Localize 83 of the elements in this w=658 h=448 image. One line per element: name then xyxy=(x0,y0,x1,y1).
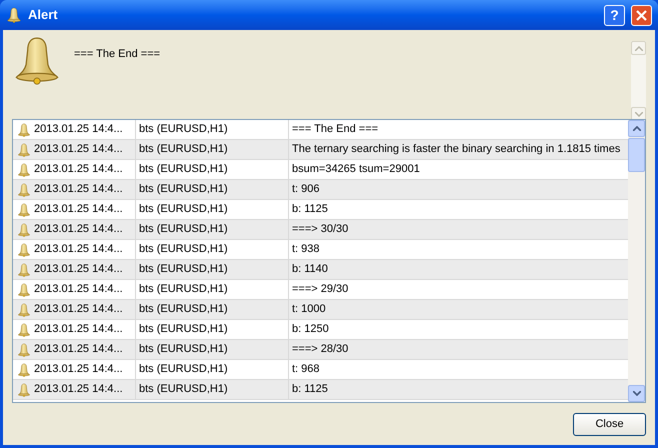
close-icon[interactable] xyxy=(631,4,652,26)
list-row[interactable]: 2013.01.25 14:4... bts (EURUSD,H1) b: 1140 xyxy=(13,260,628,280)
table-cell-text: 2013.01.25 14:4... xyxy=(34,362,123,378)
table-cell-text: 2013.01.25 14:4... xyxy=(34,382,123,398)
bell-icon xyxy=(17,182,31,196)
list-row[interactable]: 2013.01.25 14:4... bts (EURUSD,H1) bsum=34265 tsum=29001 xyxy=(13,160,628,180)
table-cell: bts (EURUSD,H1) xyxy=(136,340,289,359)
table-cell: bts (EURUSD,H1) xyxy=(136,380,289,399)
bell-icon xyxy=(17,222,31,236)
table-cell-text: 2013.01.25 14:4... xyxy=(34,262,123,278)
table-cell-text: ===> 28/30 xyxy=(291,342,350,358)
table-cell: bts (EURUSD,H1) xyxy=(136,300,289,319)
list-row[interactable]: 2013.01.25 14:4... bts (EURUSD,H1) t: 938 xyxy=(13,240,628,260)
table-cell-text: bsum=34265 tsum=29001 xyxy=(291,162,421,178)
bell-icon xyxy=(17,322,31,336)
table-cell: bts (EURUSD,H1) xyxy=(136,120,289,139)
table-cell-text: 2013.01.25 14:4... xyxy=(34,182,123,198)
bell-icon xyxy=(17,202,31,216)
table-cell-text: === The End === xyxy=(291,122,380,138)
table-cell-text: t: 968 xyxy=(291,362,321,378)
scroll-up-icon[interactable] xyxy=(634,46,642,50)
list-row[interactable]: 2013.01.25 14:4... bts (EURUSD,H1) ===> 30/30 xyxy=(13,220,628,240)
table-cell: bts (EURUSD,H1) xyxy=(136,160,289,179)
list-row[interactable]: 2013.01.25 14:4... bts (EURUSD,H1) t: 906 xyxy=(13,180,628,200)
list-row[interactable]: 2013.01.25 14:4... bts (EURUSD,H1) b: 1125 xyxy=(13,380,628,400)
table-cell-text: 2013.01.25 14:4... xyxy=(34,282,123,298)
list-row[interactable]: 2013.01.25 14:4... bts (EURUSD,H1) ===> 29/30 xyxy=(13,280,628,300)
table-cell-text: 2013.01.25 14:4... xyxy=(34,322,123,338)
close-button[interactable]: Close xyxy=(573,413,646,436)
table-cell-text: 2013.01.25 14:4... xyxy=(34,302,123,318)
table-cell-text: 2013.01.25 14:4... xyxy=(34,342,123,358)
table-cell-text: 2013.01.25 14:4... xyxy=(34,142,123,158)
table-cell-text: b: 1125 xyxy=(291,202,329,218)
scroll-down-icon[interactable] xyxy=(634,112,642,116)
scrollbar[interactable] xyxy=(628,120,645,402)
table-cell-text: ===> 30/30 xyxy=(291,222,350,238)
bell-icon xyxy=(17,122,31,136)
list-row[interactable]: 2013.01.25 14:4... bts (EURUSD,H1) === The End === xyxy=(13,120,628,140)
table-cell-text: 2013.01.25 14:4... xyxy=(34,202,123,218)
list-row[interactable]: 2013.01.25 14:4... bts (EURUSD,H1) t: 1000 xyxy=(13,300,628,320)
table-cell-text: 2013.01.25 14:4... xyxy=(34,222,123,238)
list-row[interactable]: 2013.01.25 14:4... bts (EURUSD,H1) ===> 28/30 xyxy=(13,340,628,360)
scrollbar[interactable] xyxy=(631,41,646,121)
bell-icon xyxy=(17,162,31,176)
table-cell-text: 2013.01.25 14:4... xyxy=(34,242,123,258)
table-cell-text: b: 1250 xyxy=(291,322,330,338)
help-button[interactable]: ? xyxy=(604,4,625,26)
bell-icon xyxy=(17,382,31,396)
list-row[interactable]: 2013.01.25 14:4... bts (EURUSD,H1) t: 968 xyxy=(13,360,628,380)
bell-icon xyxy=(17,282,31,296)
list-row[interactable]: 2013.01.25 14:4... bts (EURUSD,H1) The ternary searching is faster the binary searching in 1.1815 times xyxy=(13,140,628,160)
table-cell-text: The ternary searching is faster the binary searching in 1.1815 times xyxy=(291,142,622,158)
bell-icon xyxy=(6,7,22,23)
bell-icon xyxy=(17,342,31,356)
table-cell-text: 2013.01.25 14:4... xyxy=(34,122,123,138)
bell-icon xyxy=(17,362,31,376)
table-cell-text: ===> 29/30 xyxy=(291,282,350,298)
table-cell: bts (EURUSD,H1) xyxy=(136,320,289,339)
table-cell-text: 2013.01.25 14:4... xyxy=(34,162,123,178)
bell-icon xyxy=(17,302,31,316)
table-cell-text: b: 1125 xyxy=(291,382,329,398)
list-row[interactable]: 2013.01.25 14:4... bts (EURUSD,H1) b: 1125 xyxy=(13,200,628,220)
table-cell: bts (EURUSD,H1) xyxy=(136,360,289,379)
table-cell: bts (EURUSD,H1) xyxy=(136,260,289,279)
table-cell-text: t: 1000 xyxy=(291,302,327,318)
window-title: Alert xyxy=(28,6,59,24)
scroll-up-icon[interactable] xyxy=(632,126,640,131)
list-row[interactable]: 2013.01.25 14:4... bts (EURUSD,H1) b: 1250 xyxy=(13,320,628,340)
table-cell-text: t: 938 xyxy=(291,242,321,258)
table-cell: bts (EURUSD,H1) xyxy=(136,280,289,299)
table-cell: bts (EURUSD,H1) xyxy=(136,220,289,239)
table-cell: bts (EURUSD,H1) xyxy=(136,240,289,259)
table-cell: bts (EURUSD,H1) xyxy=(136,200,289,219)
table-cell-text: b: 1140 xyxy=(291,262,329,278)
bell-icon xyxy=(17,242,31,256)
bell-icon xyxy=(17,262,31,276)
scroll-down-icon[interactable] xyxy=(632,391,640,396)
bell-icon xyxy=(17,142,31,156)
alert-message: === The End === xyxy=(74,47,162,62)
table-cell: bts (EURUSD,H1) xyxy=(136,180,289,199)
table-cell: bts (EURUSD,H1) xyxy=(136,140,289,159)
scroll-thumb[interactable] xyxy=(628,138,645,172)
table-cell-text: t: 906 xyxy=(291,182,321,198)
